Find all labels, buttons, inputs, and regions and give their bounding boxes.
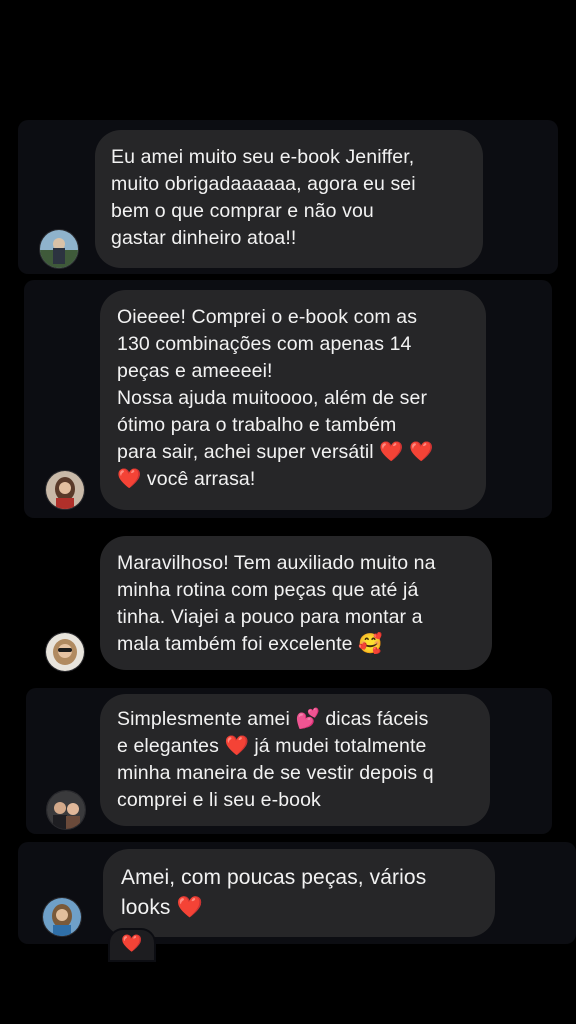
avatar[interactable]	[45, 632, 85, 672]
avatar[interactable]	[42, 897, 82, 937]
reaction-emoji: ❤️	[121, 934, 143, 953]
avatar[interactable]	[45, 470, 85, 510]
avatar[interactable]	[46, 790, 86, 830]
message-bubble[interactable]: Oieeee! Comprei o e-book com as 130 comb…	[100, 290, 486, 510]
heart-reaction-icon[interactable]: ❤️	[108, 928, 156, 962]
message-bubble[interactable]: Eu amei muito seu e-book Jeniffer, muito…	[95, 130, 483, 268]
message-bubble[interactable]: Amei, com poucas peças, vários looks ❤️	[103, 849, 495, 937]
avatar[interactable]	[39, 229, 79, 269]
message-bubble[interactable]: Simplesmente amei 💕 dicas fáceis e elega…	[100, 694, 490, 826]
message-bubble[interactable]: Maravilhoso! Tem auxiliado muito na minh…	[100, 536, 492, 670]
